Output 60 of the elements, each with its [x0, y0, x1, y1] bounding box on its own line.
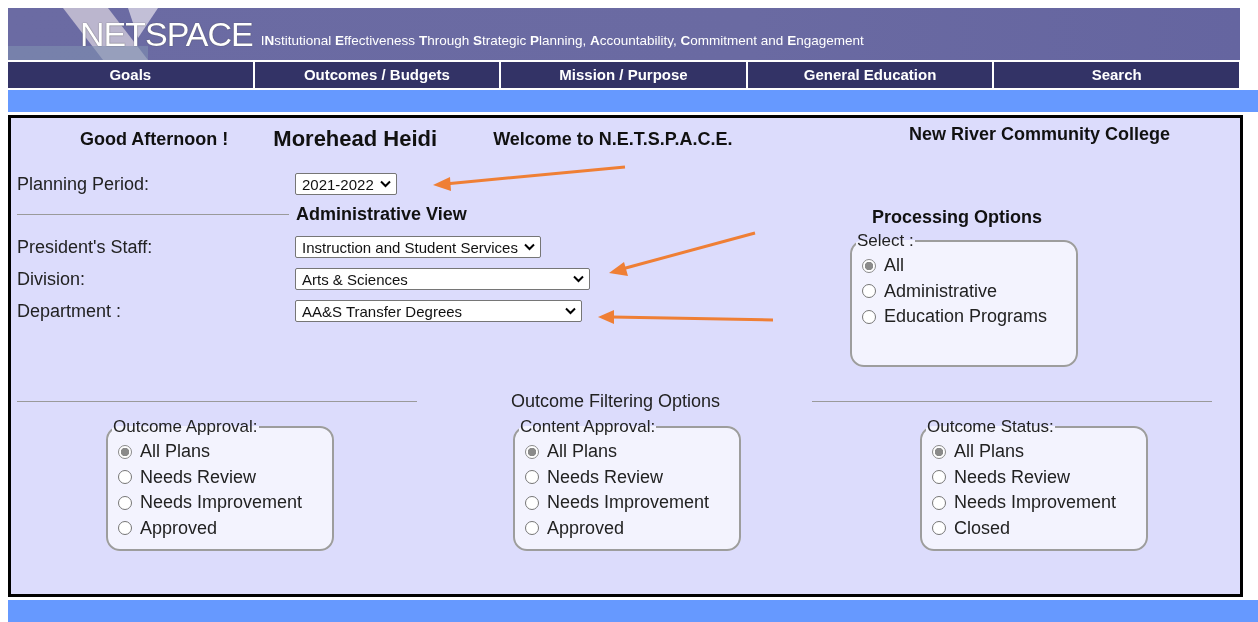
radio-button[interactable]: [525, 444, 539, 459]
radio-button[interactable]: [525, 521, 539, 536]
tagline: INstitutional Effectiveness Through Strategic Planning, Accountability, Commitment and Engagement: [260, 33, 864, 48]
welcome-text: Welcome to N.E.T.S.P.A.C.E.: [493, 128, 733, 150]
radio-button[interactable]: [862, 284, 876, 299]
field-label: Planning Period:: [17, 173, 151, 195]
nav-link[interactable]: Search: [994, 62, 1239, 88]
radio-option[interactable]: Needs Improvement: [525, 490, 733, 516]
chevron-down-icon: [379, 180, 391, 188]
radio-option[interactable]: Administrative: [862, 278, 1070, 304]
radio-option[interactable]: Approved: [525, 515, 733, 541]
radio-button[interactable]: [932, 521, 946, 536]
dropdown[interactable]: Arts & Sciences: [295, 268, 590, 290]
radio-button[interactable]: [525, 470, 539, 485]
nav-link[interactable]: Goals: [8, 62, 255, 88]
radio-option[interactable]: Needs Improvement: [118, 490, 326, 516]
radio-button[interactable]: [932, 470, 946, 485]
radio-button[interactable]: [118, 521, 132, 536]
radio-button[interactable]: [118, 444, 132, 459]
section-title: Administrative View: [296, 203, 467, 225]
nav-link[interactable]: Outcomes / Budgets: [254, 62, 502, 88]
dropdown[interactable]: AA&S Transfer Degrees: [295, 300, 582, 322]
radio-button[interactable]: [932, 495, 946, 510]
chevron-down-icon: [573, 275, 584, 283]
chevron-down-icon: [523, 243, 535, 251]
radio-option[interactable]: All Plans: [525, 439, 733, 465]
dropdown[interactable]: 2021-2022: [295, 173, 397, 195]
college-name: New River Community College: [909, 124, 1172, 145]
group-legend: Select :: [856, 231, 915, 251]
radio-option[interactable]: Closed: [932, 515, 1140, 541]
chevron-down-icon: [565, 307, 576, 315]
dropdown[interactable]: Instruction and Student Services: [295, 236, 541, 258]
radio-button[interactable]: [932, 444, 946, 459]
radio-button[interactable]: [862, 309, 876, 324]
section-title: Processing Options: [872, 207, 1044, 228]
section-title: Outcome Filtering Options: [511, 391, 721, 412]
radio-button[interactable]: [862, 258, 876, 273]
field-label: Division:: [17, 268, 87, 290]
radio-button[interactable]: [118, 470, 132, 485]
radio-option[interactable]: All: [862, 253, 1070, 279]
radio-option[interactable]: Needs Review: [932, 464, 1140, 490]
group-legend: Outcome Approval:: [112, 417, 259, 437]
group-legend: Content Approval:: [519, 417, 657, 437]
nav-link[interactable]: Mission / Purpose: [501, 62, 748, 88]
logo-text: NETSPACE: [80, 14, 253, 54]
group-legend: Outcome Status:: [926, 417, 1055, 437]
radio-option[interactable]: Approved: [118, 515, 326, 541]
radio-option[interactable]: Education Programs: [862, 304, 1070, 330]
radio-button[interactable]: [118, 495, 132, 510]
radio-option[interactable]: Needs Review: [525, 464, 733, 490]
radio-option[interactable]: All Plans: [118, 439, 326, 465]
radio-option[interactable]: Needs Review: [118, 464, 326, 490]
radio-option[interactable]: Needs Improvement: [932, 490, 1140, 516]
nav-link[interactable]: General Education: [747, 62, 995, 88]
radio-button[interactable]: [525, 495, 539, 510]
greeting-text: Good Afternoon !: [80, 128, 229, 150]
field-label: Department :: [17, 300, 123, 322]
field-label: President's Staff:: [17, 236, 154, 258]
user-name: Morehead Heidi: [273, 126, 438, 152]
radio-option[interactable]: All Plans: [932, 439, 1140, 465]
